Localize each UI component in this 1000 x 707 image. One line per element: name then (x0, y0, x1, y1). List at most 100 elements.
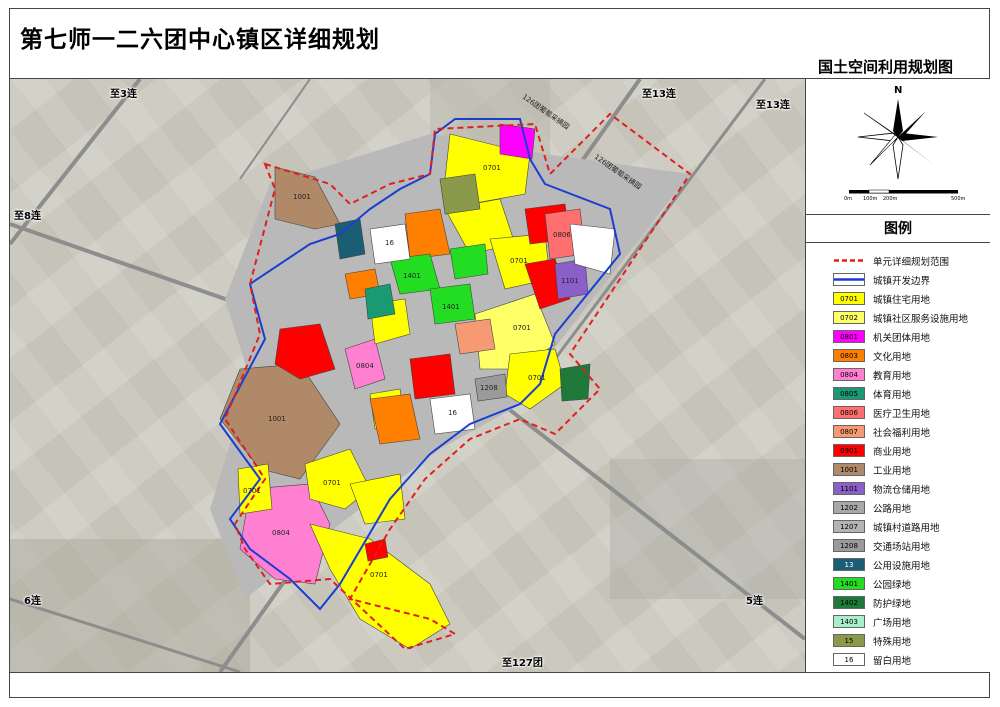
legend-swatch: 1208 (833, 539, 865, 552)
legend-item: 1001 工业用地 (833, 460, 968, 479)
parcel-1402[interactable] (559, 363, 591, 402)
parcel-code-1001-w: 1001 (268, 415, 286, 423)
parcel-0901-c[interactable] (409, 353, 456, 400)
legend-swatch: 1401 (833, 577, 865, 590)
legend-label: 医疗卫生用地 (873, 408, 931, 420)
scale-tick-2: 200m (883, 196, 898, 202)
legend-item: 13 公用设施用地 (833, 555, 968, 574)
parcel-code-16-b: 16 (448, 409, 457, 417)
parcel-code-0804-s: 0804 (272, 529, 290, 537)
legend-panel: N 0m 100m 200m 500m 图例 单元详细规划范围 城镇开发边界 070… (805, 79, 990, 672)
legend-item: 0804 教育用地 (833, 365, 968, 384)
legend-item: 16 留白用地 (833, 650, 968, 669)
legend-swatch: 1101 (833, 482, 865, 495)
legend-swatch: 1403 (833, 615, 865, 628)
north-label: N (894, 85, 903, 96)
label-to-13lian-b: 至13连 (756, 100, 790, 111)
legend-swatch: 1207 (833, 520, 865, 533)
legend-item: 0701 城镇住宅用地 (833, 289, 968, 308)
map-canvas (10, 79, 805, 672)
legend-swatch: 1202 (833, 501, 865, 514)
village-west (10, 539, 250, 672)
legend-label: 留白用地 (873, 655, 912, 667)
legend-title: 图例 (884, 221, 912, 237)
label-to-127tuan: 至127团 (502, 658, 543, 669)
parcel-0805[interactable] (364, 283, 396, 320)
legend-list: 单元详细规划范围 城镇开发边界 0701 城镇住宅用地 0702 城镇社区服务设施用地 08… (833, 251, 968, 669)
parcel-code-1208: 1208 (480, 384, 498, 392)
legend-item: 0901 商业用地 (833, 441, 968, 460)
legend-item: 0801 机关团体用地 (833, 327, 968, 346)
label-6lian: 6连 (24, 596, 41, 607)
legend-item: 0803 文化用地 (833, 346, 968, 365)
village-east (610, 459, 805, 599)
north-arrow-icon (849, 99, 958, 194)
legend-swatch (833, 273, 865, 286)
parcel-code-0701-n: 0701 (483, 164, 501, 172)
legend-item: 城镇开发边界 (833, 270, 968, 289)
parcel-code-0806: 0806 (553, 231, 571, 239)
compass-scale-block: N 0m 100m 200m 500m (806, 79, 990, 215)
legend-label: 商业用地 (873, 446, 912, 458)
parcel-code-0701-sw1: 0701 (323, 479, 341, 487)
label-to-13lian-a: 至13连 (642, 89, 676, 100)
legend-swatch (833, 254, 865, 267)
parcel-code-0701-s: 0701 (370, 571, 388, 579)
label-to-3lian: 至3连 (110, 89, 137, 100)
parcel-code-0701-e: 0701 (513, 324, 531, 332)
legend-item: 1208 交通场站用地 (833, 536, 968, 555)
legend-item: 0805 体育用地 (833, 384, 968, 403)
legend-swatch: 0805 (833, 387, 865, 400)
legend-swatch: 0702 (833, 311, 865, 324)
legend-item: 1401 公园绿地 (833, 574, 968, 593)
legend-swatch: 0806 (833, 406, 865, 419)
legend-swatch: 0807 (833, 425, 865, 438)
footer-divider (9, 672, 990, 673)
legend-label: 交通场站用地 (873, 541, 931, 553)
legend-swatch: 16 (833, 653, 865, 666)
parcel-0807[interactable] (454, 318, 496, 355)
legend-label: 公园绿地 (873, 579, 912, 591)
legend-swatch: 0803 (833, 349, 865, 362)
parcel-code-1401-b: 1401 (442, 303, 460, 311)
parcel-code-1001-n: 1001 (293, 193, 311, 201)
legend-label: 体育用地 (873, 389, 912, 401)
legend-swatch: 1402 (833, 596, 865, 609)
legend-label: 文化用地 (873, 351, 912, 363)
parcel-15[interactable] (439, 173, 481, 215)
legend-item: 1403 广场用地 (833, 612, 968, 631)
parcel-code-16-a: 16 (385, 239, 394, 247)
scale-tick-1: 100m (863, 196, 878, 202)
parcel-code-0804-m: 0804 (356, 362, 374, 370)
page-title: 第七师一二六团中心镇区详细规划 (20, 27, 380, 53)
legend-label: 城镇住宅用地 (873, 294, 931, 306)
map-area[interactable]: 至3连 至13连 至13连 至8连 6连 5连 至127团 126团葡萄采摘园 … (10, 79, 805, 672)
legend-swatch: 0801 (833, 330, 865, 343)
legend-divider (806, 242, 990, 243)
parcel-code-0701-fsw: 0701 (243, 487, 261, 495)
parcel-code-0701-n3: 0701 (510, 257, 528, 265)
parcel-0801[interactable] (499, 123, 536, 160)
legend-item: 15 特殊用地 (833, 631, 968, 650)
legend-label: 机关团体用地 (873, 332, 931, 344)
legend-label: 广场用地 (873, 617, 912, 629)
legend-label: 特殊用地 (873, 636, 912, 648)
legend-label: 公路用地 (873, 503, 912, 515)
legend-swatch: 0901 (833, 444, 865, 457)
parcel-1401-c[interactable] (449, 243, 489, 280)
legend-label: 工业用地 (873, 465, 912, 477)
label-to-8lian: 至8连 (14, 211, 41, 222)
legend-item: 0702 城镇社区服务设施用地 (833, 308, 968, 327)
legend-swatch: 15 (833, 634, 865, 647)
legend-item: 0806 医疗卫生用地 (833, 403, 968, 422)
legend-item: 1202 公路用地 (833, 498, 968, 517)
map-subtitle: 国土空间利用规划图 (818, 58, 954, 76)
legend-swatch: 1001 (833, 463, 865, 476)
legend-label: 物流仓储用地 (873, 484, 931, 496)
legend-item: 0807 社会福利用地 (833, 422, 968, 441)
parcel-code-1401-a: 1401 (403, 272, 421, 280)
scale-tick-0: 0m (844, 196, 853, 202)
legend-label: 单元详细规划范围 (873, 256, 950, 268)
legend-label: 社会福利用地 (873, 427, 931, 439)
legend-item: 单元详细规划范围 (833, 251, 968, 270)
